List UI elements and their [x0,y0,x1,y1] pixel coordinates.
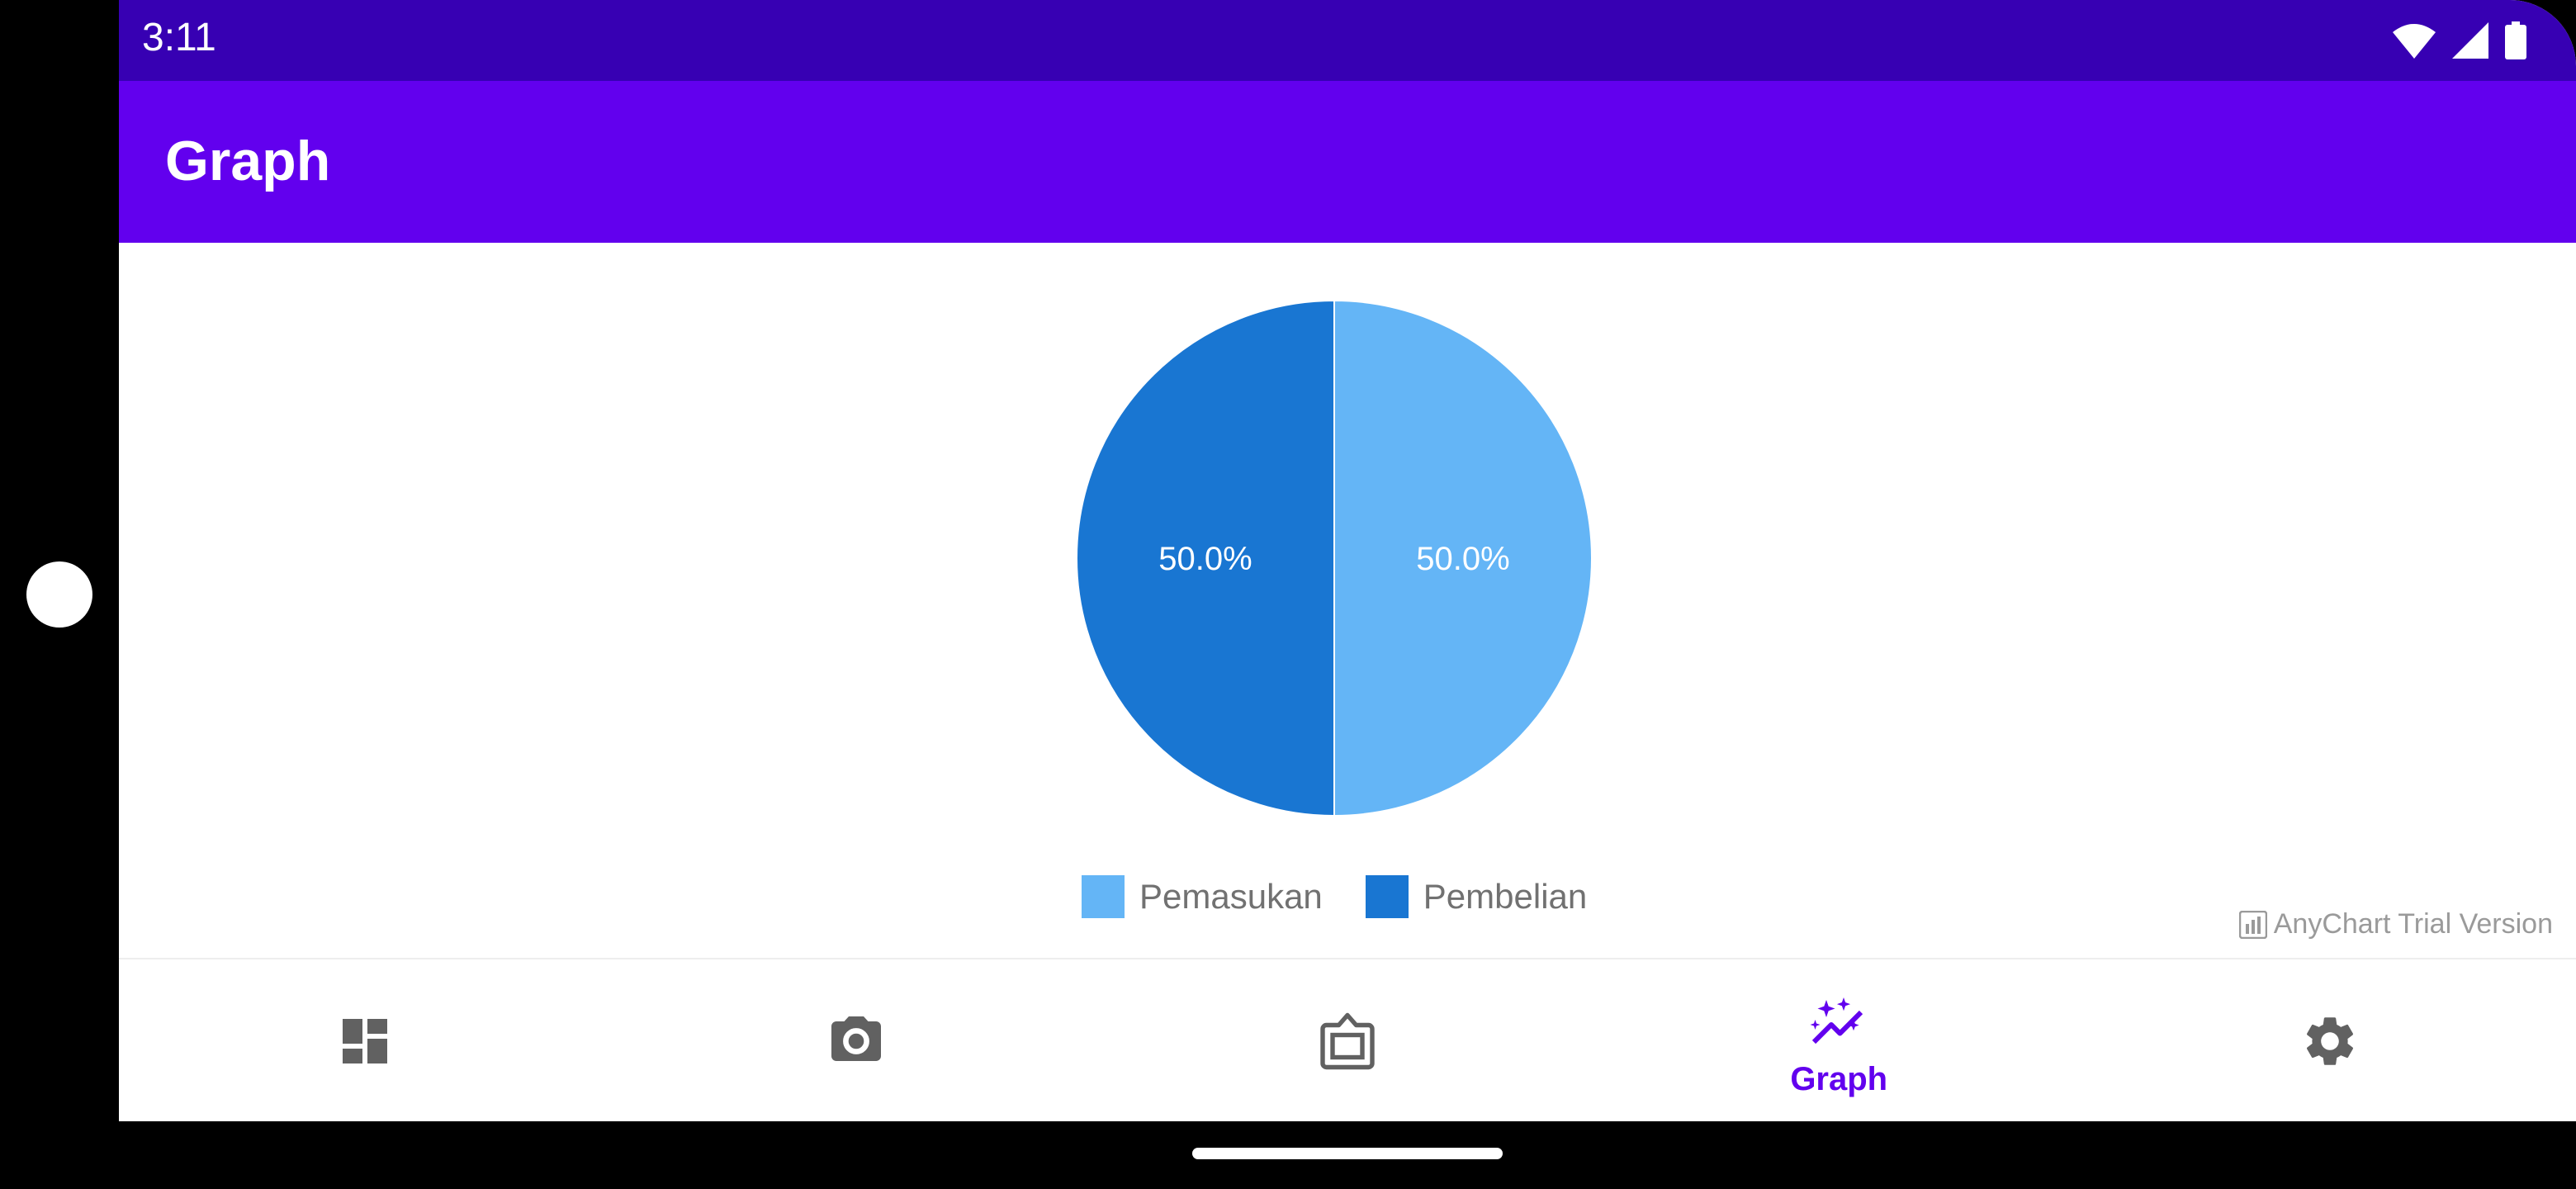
nav-label-graph: Graph [1790,1060,1888,1097]
pie-label-pemasukan: 50.0% [1416,541,1509,577]
status-icons [2393,20,2526,61]
legend-swatch-pembelian [1365,875,1409,918]
gear-icon [2307,1017,2354,1065]
pie-chart: 50.0% 50.0% [1076,299,1593,817]
front-camera [26,561,92,628]
chart-logo-icon [2238,910,2267,939]
app-bar: Graph [119,81,2576,243]
status-bar: 3:11 [119,0,2576,81]
legend-label-pembelian: Pembelian [1423,877,1588,916]
bottom-navigation: Graph [119,958,2576,1121]
watermark-text: AnyChart Trial Version [2273,908,2553,940]
wifi-icon [2393,24,2436,59]
nav-item-settings[interactable] [2085,959,2576,1121]
nav-item-dashboard[interactable] [119,959,610,1121]
nav-item-frame[interactable] [1101,959,1593,1121]
home-indicator[interactable] [1192,1148,1503,1159]
status-time: 3:11 [142,16,216,59]
signal-icon [2452,22,2488,59]
screen: 3:11 Graph 50.0% 50.0% Pemasukan Pembeli… [119,0,2576,1121]
chart-watermark[interactable]: AnyChart Trial Version [2238,908,2553,940]
battery-icon [2505,21,2526,59]
device-frame: 3:11 Graph 50.0% 50.0% Pemasukan Pembeli… [0,0,2576,1189]
page-title: Graph [165,130,331,192]
graph-sparkle-icon [1810,997,1863,1044]
legend-label-pemasukan: Pemasukan [1139,877,1323,916]
pie-label-pembelian: 50.0% [1158,541,1252,577]
frame-icon [1320,1012,1375,1070]
camera-icon [831,1016,881,1061]
legend-item-pemasukan[interactable]: Pemasukan [1082,875,1323,918]
chart-legend: Pemasukan Pembelian [1082,874,1630,920]
nav-item-graph[interactable]: Graph [1593,959,2085,1121]
legend-item-pembelian[interactable]: Pembelian [1365,875,1588,918]
dashboard-icon [342,1019,387,1063]
legend-swatch-pemasukan [1082,875,1125,918]
chart-area: 50.0% 50.0% Pemasukan Pembelian AnyChart… [119,243,2576,958]
nav-item-camera[interactable] [610,959,1101,1121]
